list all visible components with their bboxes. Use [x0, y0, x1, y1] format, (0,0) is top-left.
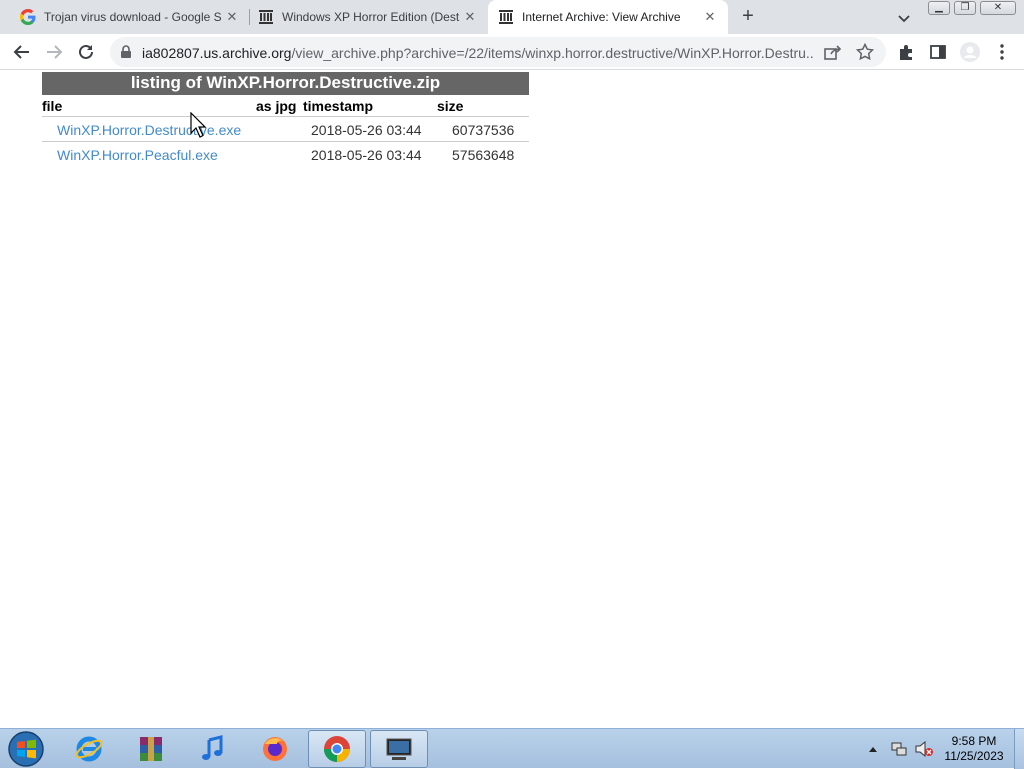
- column-size: size: [437, 98, 464, 114]
- url-path: /view_archive.php?archive=/22/items/winx…: [291, 45, 814, 61]
- address-bar[interactable]: ia802807.us.archive.org/view_archive.php…: [110, 37, 886, 67]
- network-icon[interactable]: [888, 729, 910, 769]
- clock-time: 9:58 PM: [951, 734, 997, 748]
- forward-arrow-icon[interactable]: [44, 42, 64, 62]
- browser-toolbar: ia802807.us.archive.org/view_archive.php…: [0, 34, 1024, 70]
- show-hidden-icons-arrow-icon[interactable]: [866, 729, 880, 769]
- more-menu-icon[interactable]: [992, 42, 1012, 62]
- tab-title: Windows XP Horror Edition (Dest: [282, 10, 460, 24]
- table-row: WinXP.Horror.Destructive.exe 2018-05-26 …: [42, 117, 529, 142]
- winrar-icon[interactable]: [122, 730, 180, 768]
- close-icon[interactable]: ✕: [224, 9, 240, 25]
- bookmark-star-icon[interactable]: [855, 42, 875, 66]
- listing-title: listing of WinXP.Horror.Destructive.zip: [42, 72, 529, 95]
- file-timestamp: 2018-05-26 03:44: [311, 147, 422, 163]
- url-text: ia802807.us.archive.org/view_archive.php…: [142, 45, 814, 61]
- restore-button[interactable]: ❐: [954, 1, 976, 15]
- show-desktop-button[interactable]: [1014, 729, 1024, 769]
- google-g-icon: [20, 9, 36, 25]
- listing-header: file as jpg timestamp size: [42, 95, 529, 117]
- mouse-cursor-icon: [190, 111, 207, 138]
- tab-strip: Trojan virus download - Google S ✕ Windo…: [0, 0, 1024, 34]
- windows-taskbar: 9:58 PM 11/25/2023: [0, 728, 1024, 769]
- file-link[interactable]: WinXP.Horror.Destructive.exe: [57, 122, 241, 138]
- share-icon[interactable]: [824, 44, 842, 65]
- extensions-puzzle-icon[interactable]: [896, 42, 916, 62]
- tab-windows-xp-horror[interactable]: Windows XP Horror Edition (Dest ✕: [250, 0, 486, 34]
- file-size: 60737536: [452, 122, 515, 138]
- back-arrow-icon[interactable]: [12, 42, 32, 62]
- internet-explorer-icon[interactable]: [60, 730, 118, 768]
- clock-date: 11/25/2023: [944, 749, 1004, 763]
- archive-listing: listing of WinXP.Horror.Destructive.zip …: [42, 72, 529, 167]
- start-button[interactable]: [4, 730, 48, 768]
- archive-icon: [258, 9, 274, 25]
- table-row: WinXP.Horror.Peacful.exe 2018-05-26 03:4…: [42, 142, 529, 167]
- archive-icon: [498, 9, 514, 25]
- file-timestamp: 2018-05-26 03:44: [311, 122, 422, 138]
- volume-muted-icon[interactable]: [912, 729, 936, 769]
- tab-internet-archive[interactable]: Internet Archive: View Archive ✕: [488, 0, 728, 34]
- side-panel-icon[interactable]: [928, 42, 948, 62]
- chevron-down-icon[interactable]: [896, 10, 912, 26]
- close-icon[interactable]: ✕: [702, 9, 718, 25]
- monitor-app-icon[interactable]: [370, 730, 428, 768]
- file-link[interactable]: WinXP.Horror.Peacful.exe: [57, 147, 218, 163]
- tab-title: Internet Archive: View Archive: [522, 10, 681, 24]
- close-window-button[interactable]: ✕: [980, 1, 1016, 15]
- reload-icon[interactable]: [76, 42, 96, 62]
- url-host: ia802807.us.archive.org: [142, 45, 292, 61]
- column-timestamp: timestamp: [303, 98, 374, 114]
- file-size: 57563648: [452, 147, 515, 163]
- profile-avatar-icon[interactable]: [960, 42, 980, 62]
- new-tab-button[interactable]: +: [738, 6, 758, 27]
- column-as-jpg: as jpg: [256, 98, 297, 114]
- firefox-icon[interactable]: [246, 730, 304, 768]
- minimize-button[interactable]: ▁: [928, 1, 950, 15]
- itunes-icon[interactable]: [184, 730, 242, 768]
- column-file: file: [42, 98, 63, 114]
- chrome-icon[interactable]: [308, 730, 366, 768]
- close-icon[interactable]: ✕: [462, 9, 478, 25]
- tab-title: Trojan virus download - Google S: [44, 10, 222, 24]
- system-clock[interactable]: 9:58 PM 11/25/2023: [938, 734, 1010, 764]
- lock-icon: [120, 45, 132, 64]
- tab-google-search[interactable]: Trojan virus download - Google S ✕: [12, 0, 248, 34]
